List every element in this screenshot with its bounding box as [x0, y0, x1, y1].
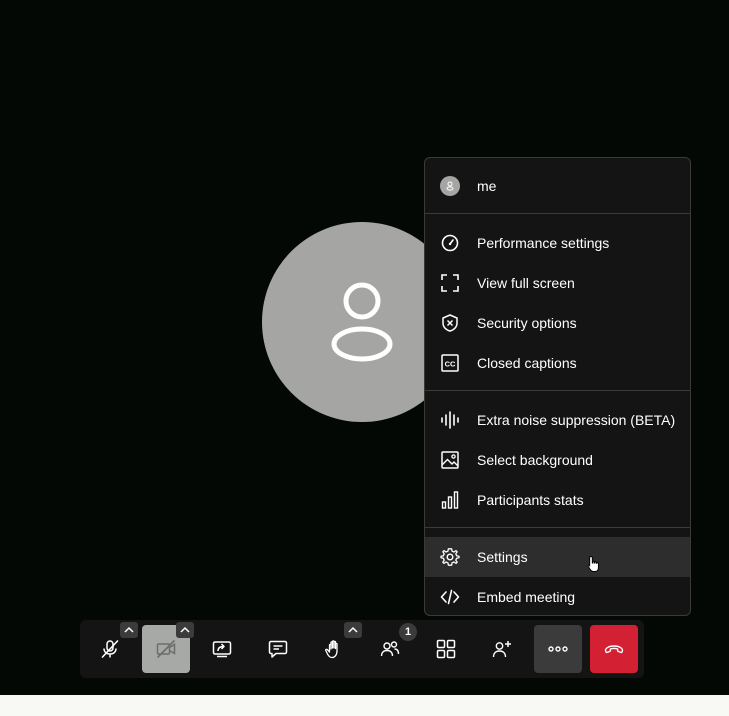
meeting-toolbar: 1	[80, 620, 644, 678]
microphone-muted-icon	[101, 640, 119, 658]
menu-item-label: Security options	[477, 315, 577, 331]
tile-view-button[interactable]	[422, 625, 470, 673]
menu-user-profile[interactable]: me	[425, 166, 690, 206]
menu-item-noise-suppression[interactable]: Extra noise suppression (BETA)	[425, 400, 690, 440]
user-avatar	[440, 176, 460, 196]
chevron-up-icon	[348, 626, 358, 633]
menu-item-label: Settings	[477, 549, 528, 565]
waveform-icon	[441, 411, 459, 429]
user-name: me	[477, 178, 497, 194]
hand-cursor-icon	[587, 556, 599, 572]
participants-icon	[380, 641, 400, 657]
microphone-options-toggle[interactable]	[120, 622, 138, 638]
gear-icon	[440, 548, 460, 566]
menu-item-performance-settings[interactable]: Performance settings	[425, 223, 690, 263]
chevron-up-icon	[180, 626, 190, 633]
menu-divider	[425, 390, 690, 391]
menu-item-label: Participants stats	[477, 492, 584, 508]
gauge-icon	[441, 234, 459, 252]
more-horizontal-icon	[548, 646, 568, 652]
camera-off-icon	[156, 640, 176, 658]
leave-meeting-button[interactable]	[590, 625, 638, 673]
svg-text:CC: CC	[445, 360, 456, 369]
hang-up-icon	[604, 645, 624, 654]
menu-item-label: Extra noise suppression (BETA)	[477, 412, 676, 428]
video-stage: me Performance settings View full screen…	[0, 0, 729, 695]
menu-item-label: Closed captions	[477, 355, 577, 371]
menu-item-label: Embed meeting	[477, 589, 576, 605]
screen-share-button[interactable]	[198, 625, 246, 673]
raised-hand-icon	[325, 640, 338, 659]
menu-item-closed-captions[interactable]: CC Closed captions	[425, 343, 690, 383]
more-actions-menu: me Performance settings View full screen…	[424, 157, 691, 616]
chat-icon	[268, 640, 288, 658]
code-icon	[440, 589, 460, 605]
screen-share-icon	[212, 641, 232, 658]
menu-item-participants-stats[interactable]: Participants stats	[425, 480, 690, 520]
shield-icon	[442, 314, 458, 332]
menu-item-settings[interactable]: Settings	[425, 537, 690, 577]
camera-options-toggle[interactable]	[176, 622, 194, 638]
grid-icon	[436, 639, 456, 659]
menu-item-view-full-screen[interactable]: View full screen	[425, 263, 690, 303]
chat-button[interactable]	[254, 625, 302, 673]
fullscreen-icon	[441, 274, 459, 292]
menu-divider	[425, 527, 690, 528]
reactions-options-toggle[interactable]	[344, 622, 362, 638]
menu-item-security-options[interactable]: Security options	[425, 303, 690, 343]
user-icon	[446, 181, 454, 191]
chevron-up-icon	[124, 626, 134, 633]
closed-captions-icon: CC	[441, 354, 459, 372]
menu-item-label: View full screen	[477, 275, 575, 291]
more-actions-button[interactable]	[534, 625, 582, 673]
menu-item-label: Performance settings	[477, 235, 610, 251]
add-user-icon	[492, 641, 511, 658]
menu-item-embed-meeting[interactable]: Embed meeting	[425, 577, 690, 615]
invite-button[interactable]	[478, 625, 526, 673]
menu-item-label: Select background	[477, 452, 593, 468]
menu-divider	[425, 213, 690, 214]
participants-count-badge: 1	[399, 623, 417, 641]
image-icon	[441, 451, 459, 469]
bar-chart-icon	[441, 491, 459, 509]
menu-item-select-background[interactable]: Select background	[425, 440, 690, 480]
